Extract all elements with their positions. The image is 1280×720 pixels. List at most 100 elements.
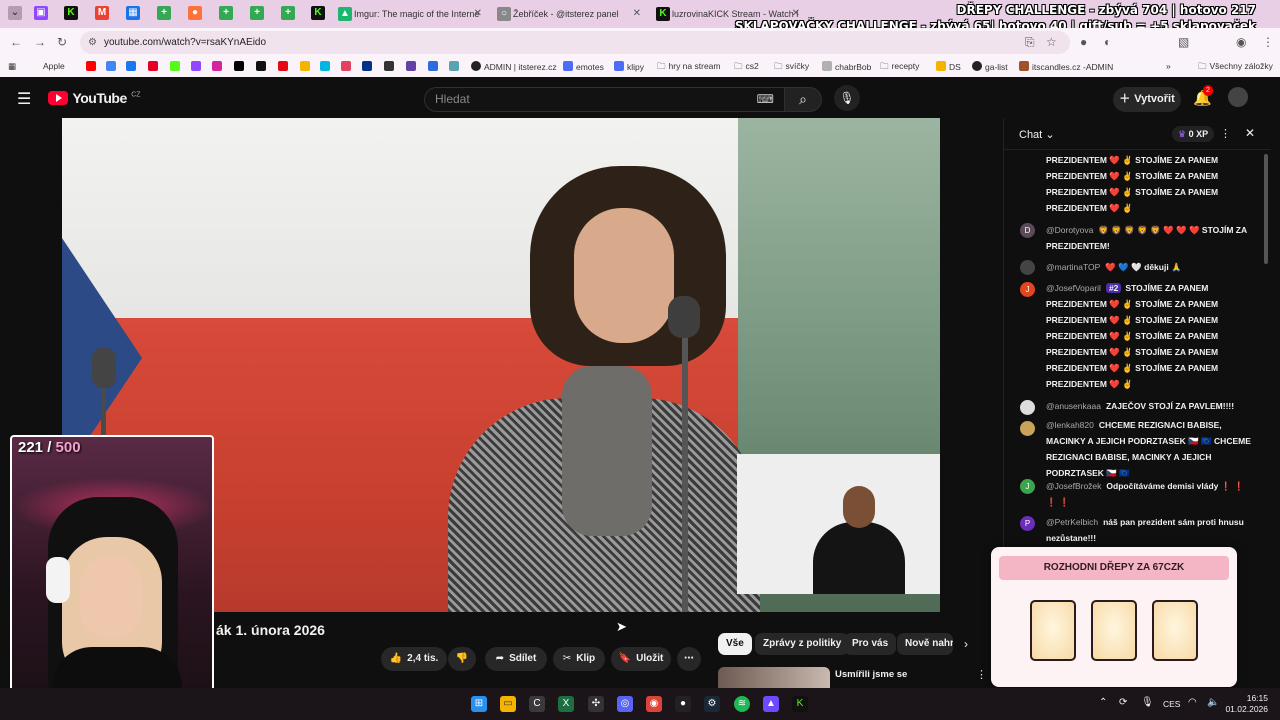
browser-menu-icon[interactable]: ⋮ [1262, 35, 1274, 49]
x-bookmark-icon[interactable] [234, 61, 247, 72]
search-input[interactable]: Hledat ⌨ [424, 87, 785, 112]
recommended-more-icon[interactable]: ⋮ [976, 668, 987, 681]
chat-scrollbar[interactable] [1264, 154, 1268, 264]
google-bookmark-icon[interactable] [106, 61, 119, 72]
kick-tab-icon[interactable]: K [64, 6, 78, 20]
chip-for-you[interactable]: Pro vás [844, 633, 897, 655]
url-field[interactable]: ⚙ youtube.com/watch?v=rsaKYnAEido [80, 31, 1070, 54]
instagram-bookmark-icon[interactable] [212, 61, 225, 72]
mystery-card-2[interactable] [1091, 600, 1137, 661]
recommended-video-title[interactable]: Usmířili jsme se [835, 669, 907, 680]
close-icon[interactable]: ✕ [633, 3, 641, 25]
tab-list-icon[interactable]: ⌄ [8, 6, 22, 20]
firefox-tab-icon[interactable]: ● [188, 6, 202, 20]
youtube-logo[interactable]: YouTube CZ [48, 90, 141, 108]
bookmark-klipy[interactable]: klipy [614, 61, 644, 72]
forward-arrow-icon[interactable]: → [34, 35, 46, 49]
twitch-bookmark-icon[interactable] [191, 61, 204, 72]
chat-close-icon[interactable]: ✕ [1245, 126, 1255, 140]
sheet-tab-icon-3[interactable]: + [250, 6, 264, 20]
tray-sync-icon[interactable]: ⟳ [1119, 697, 1127, 708]
menu-hamburger-icon[interactable]: ☰ [17, 89, 31, 109]
chat-avatar[interactable] [1020, 421, 1035, 436]
search-button[interactable]: ⌕ [784, 87, 822, 112]
sheet-tab-icon-1[interactable]: + [157, 6, 171, 20]
bookmark-cs2[interactable]: 🗀 cs2 [734, 61, 759, 75]
chat-avatar[interactable]: P [1020, 516, 1035, 531]
save-button[interactable]: 🔖 Uložit [611, 647, 671, 671]
bookmark-icon-misc-2[interactable] [320, 61, 333, 72]
chip-all[interactable]: Vše [718, 633, 752, 655]
pinterest-bookmark-icon[interactable] [148, 61, 161, 72]
share-button[interactable]: ➦ Sdílet [485, 647, 547, 671]
bookmark-ds[interactable]: DS [936, 61, 961, 72]
xp-badge[interactable]: ♛ 0 XP [1172, 126, 1215, 142]
tray-mic-icon[interactable]: 🎙 [1141, 697, 1154, 708]
chips-next-icon[interactable]: › [964, 637, 968, 651]
clip-button[interactable]: ✂ Klip [553, 647, 605, 671]
bookmark-icon-misc-4[interactable] [384, 61, 397, 72]
sheet-tab-icon-2[interactable]: + [219, 6, 233, 20]
bookmark-admin-itsterez[interactable]: ADMIN | itsterez.cz [471, 61, 557, 72]
gmail-tab-icon[interactable]: M [95, 6, 109, 20]
file-explorer-icon[interactable]: ▭ [500, 696, 516, 712]
bookmark-icon-misc-3[interactable] [341, 61, 354, 72]
create-button[interactable]: ＋ Vytvořit [1113, 87, 1181, 112]
mystery-card-1[interactable] [1030, 600, 1076, 661]
game-app-icon[interactable]: ✣ [588, 696, 604, 712]
bookmark-icon-misc-6[interactable] [428, 61, 441, 72]
netflix-bookmark-icon[interactable] [278, 61, 291, 72]
site-info-icon[interactable]: ⚙ [88, 31, 97, 54]
bookmark-hry-na-stream[interactable]: 🗀 hry na stream [657, 61, 720, 75]
chat-mode-dropdown[interactable]: Chat ⌄ [1019, 128, 1055, 141]
tiktok-bookmark-icon[interactable] [256, 61, 269, 72]
chat-avatar[interactable] [1020, 260, 1035, 275]
system-clock[interactable]: 16:15 01.02.2026 [1225, 693, 1268, 715]
bookmark-icon-misc-7[interactable] [449, 61, 462, 72]
chrome-icon[interactable]: ◉ [646, 696, 662, 712]
extensions-puzzle-icon[interactable]: ▧ [1178, 35, 1189, 49]
bookmark-chabrbob[interactable]: chabrBob [822, 61, 871, 72]
account-avatar[interactable] [1228, 87, 1248, 107]
mystery-card-3[interactable] [1152, 600, 1198, 661]
bookmark-ga-list[interactable]: ga-list [972, 61, 1008, 72]
chat-avatar[interactable]: J [1020, 282, 1035, 297]
bookmark-itscandles-admin[interactable]: itscandles.cz -ADMIN [1019, 61, 1113, 72]
like-button[interactable]: 👍 2,4 tis. [381, 647, 447, 671]
extension-icon-2[interactable]: ◐ [1104, 35, 1111, 49]
calendar-tab-icon[interactable]: ▦ [126, 6, 140, 20]
youtube-bookmark-icon[interactable] [86, 61, 99, 72]
bookmark-icon-misc-1[interactable] [300, 61, 313, 72]
back-arrow-icon[interactable]: ← [10, 35, 22, 49]
keyboard-language[interactable]: CES [1163, 699, 1180, 709]
keyboard-icon[interactable]: ⌨ [757, 88, 774, 111]
dislike-button[interactable]: 👎 [448, 647, 476, 671]
more-bookmarks-icon[interactable]: » [1166, 61, 1171, 71]
twitch-tab-icon[interactable]: ▣ [34, 6, 48, 20]
ccleaner-icon[interactable]: C [529, 696, 545, 712]
chat-avatar[interactable]: J [1020, 479, 1035, 494]
more-actions-button[interactable]: ⋯ [677, 647, 701, 671]
bookmark-apple[interactable]: Apple [40, 61, 65, 71]
sheet-tab-icon-4[interactable]: + [281, 6, 295, 20]
volume-icon[interactable]: 🔈 [1207, 697, 1219, 708]
spotify-icon[interactable]: ≋ [734, 696, 750, 712]
kick-bookmark-icon[interactable] [170, 61, 183, 72]
chip-newly-uploaded[interactable]: Nově nahr [897, 633, 953, 655]
chat-avatar[interactable] [1020, 400, 1035, 415]
obs-icon[interactable]: ● [675, 696, 691, 712]
install-icon[interactable]: ⎘ [1025, 35, 1035, 50]
paypal-bookmark-icon[interactable] [362, 61, 375, 72]
start-windows-icon[interactable]: ⊞ [471, 696, 487, 712]
voice-search-button[interactable]: 🎙 [834, 85, 860, 111]
steam-icon[interactable]: ⚙ [704, 696, 720, 712]
profile-avatar[interactable]: ◉ [1236, 35, 1246, 49]
proton-icon[interactable]: ▲ [763, 696, 779, 712]
tray-chevron-icon[interactable]: ⌃ [1099, 697, 1107, 708]
recommended-video-thumbnail[interactable] [718, 667, 830, 688]
bookmark-recepty[interactable]: 🗀 recepty [880, 61, 919, 75]
extension-icon-1[interactable]: ● [1080, 35, 1087, 49]
chip-politics[interactable]: Zprávy z politiky [755, 633, 850, 655]
kick-taskbar-icon[interactable]: K [792, 696, 808, 712]
apps-grid-icon[interactable]: ▦ [8, 61, 16, 72]
